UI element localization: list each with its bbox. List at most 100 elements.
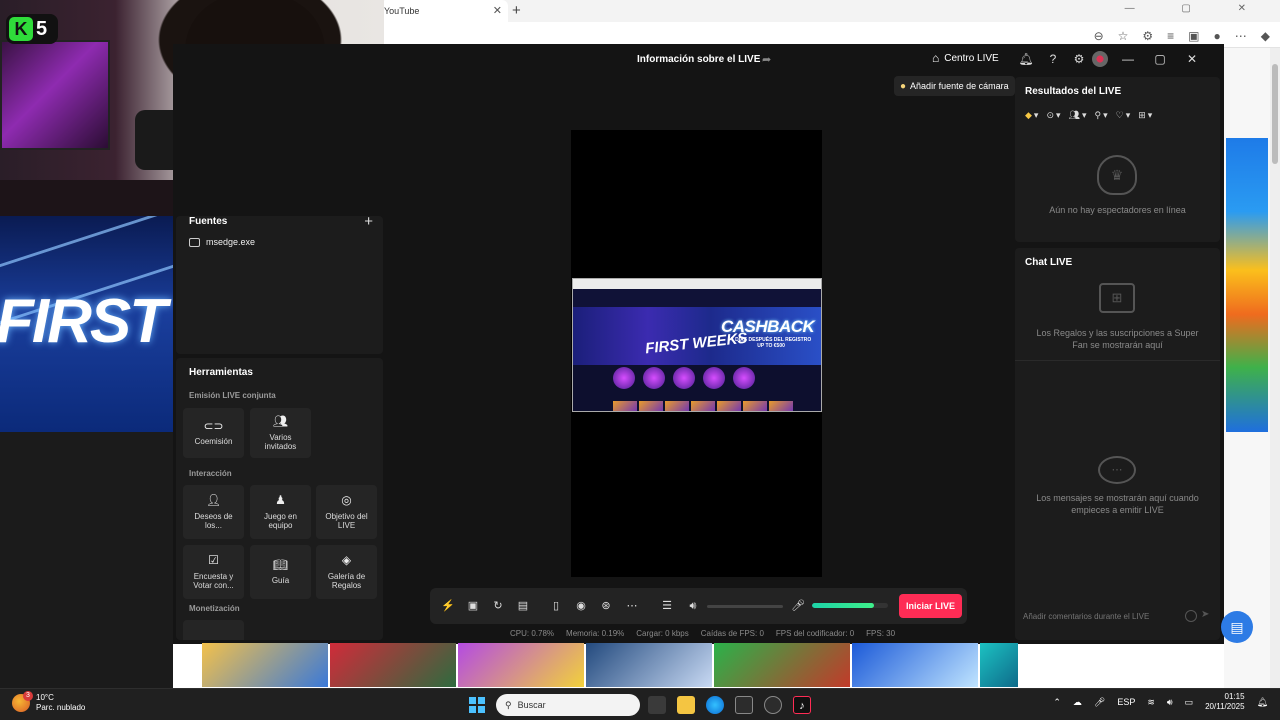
tiktok-live-studio-icon[interactable]: ♪ xyxy=(793,696,811,714)
likes-filter[interactable]: ♡ ▾ xyxy=(1116,110,1131,121)
tool-deseos[interactable]: 👤︎ Deseos de los... xyxy=(183,485,244,539)
taskbar-search[interactable]: ⚲ Buscar xyxy=(496,694,640,716)
tool-varios-invitados[interactable]: 👥︎ Varios invitados xyxy=(250,408,311,458)
tool-guia[interactable]: 📖︎ Guía xyxy=(250,545,311,599)
game-thumbnail[interactable] xyxy=(586,643,712,687)
settings-gear-icon[interactable]: ⚙ xyxy=(1071,51,1087,67)
live-info-title[interactable]: Información sobre el LIVE xyxy=(637,54,760,65)
onedrive-icon[interactable]: ☁ xyxy=(1073,697,1082,708)
clock[interactable]: 01:15 20/11/2025 xyxy=(1205,692,1244,713)
notifications-icon[interactable]: 🔔︎ xyxy=(1257,697,1268,708)
game-thumbnail[interactable] xyxy=(330,643,456,687)
game-thumbnail[interactable] xyxy=(202,643,328,687)
reader-icon[interactable]: ⊖ xyxy=(1094,29,1104,43)
minimize-icon[interactable]: — xyxy=(1120,51,1136,67)
more-icon[interactable]: ⋯ xyxy=(1235,29,1247,43)
tool-label: Varios invitados xyxy=(264,432,297,452)
source-item[interactable]: msedge.exe xyxy=(189,237,255,247)
microphone-tray-icon[interactable]: 🎤︎ xyxy=(1094,697,1105,708)
floating-chat-button[interactable]: ▤ xyxy=(1221,611,1253,643)
gift-box-icon: ⊞ xyxy=(1099,283,1135,313)
browser-scrollbar[interactable] xyxy=(1270,48,1280,688)
close-tab-icon[interactable]: ✕ xyxy=(493,4,502,17)
profile-icon[interactable]: ● xyxy=(1214,29,1221,43)
captured-window-source[interactable]: FIRST WEEKS CASHBACK 7 DÍAS DESPUÉS DEL … xyxy=(572,278,822,412)
scrollbar-thumb[interactable] xyxy=(1272,64,1278,164)
maximize-icon[interactable]: ▢ xyxy=(1152,51,1168,67)
coin-filter[interactable]: ⊙ ▾ xyxy=(1046,110,1060,121)
results-empty-text: Aún no hay espectadores en línea xyxy=(1049,205,1186,215)
live-camera-icon[interactable]: ⊛ xyxy=(598,598,614,614)
task-view-icon[interactable] xyxy=(648,696,666,714)
new-tab-button[interactable]: + xyxy=(512,2,521,19)
tool-monetization-tile[interactable] xyxy=(183,620,244,640)
followers-filter[interactable]: ⚲ ▾ xyxy=(1095,110,1108,121)
collections-icon[interactable]: ▣ xyxy=(1188,29,1199,43)
browser-tab-youtube[interactable]: YouTube ✕ xyxy=(380,0,508,22)
language-indicator[interactable]: ESP xyxy=(1117,697,1135,707)
wifi-icon[interactable]: ≋ xyxy=(1147,697,1155,708)
diamond-filter[interactable]: ◆ ▾ xyxy=(1025,110,1038,121)
record-icon[interactable]: ◉ xyxy=(573,598,589,614)
tools-section-co-live: Emisión LIVE conjunta xyxy=(189,391,276,400)
game-thumbnail[interactable] xyxy=(458,643,584,687)
audio-settings-icon[interactable]: ☰ xyxy=(659,598,675,614)
add-source-button[interactable]: + xyxy=(364,213,373,230)
tool-juego-equipo[interactable]: ♟ Juego en equipo xyxy=(250,485,311,539)
app-icon[interactable] xyxy=(764,696,782,714)
replay-icon[interactable]: ↻ xyxy=(490,598,506,614)
browser-window-controls[interactable]: — ▢ ✕ xyxy=(1125,3,1268,14)
tool-objetivo-live[interactable]: ◎ Objetivo del LIVE xyxy=(316,485,377,539)
microphone-icon[interactable]: 🎤︎ xyxy=(790,598,806,614)
tool-coemision[interactable]: ⊂⊃ Coemisión xyxy=(183,408,244,458)
game-thumbnails-strip xyxy=(202,643,1068,687)
help-icon[interactable]: ? xyxy=(1045,51,1061,67)
viewers-icon: 👥︎ xyxy=(1068,110,1080,120)
favorite-star-icon[interactable]: ☆ xyxy=(1118,29,1129,43)
more-options-icon[interactable]: ⋯ xyxy=(624,598,640,614)
phone-icon[interactable]: ▯ xyxy=(548,598,564,614)
weather-widget[interactable]: 3 10°C Parc. nublado xyxy=(12,691,85,713)
chevron-up-icon[interactable]: ⌃ xyxy=(1053,697,1061,708)
edge-icon[interactable] xyxy=(706,696,724,714)
close-icon[interactable]: ✕ xyxy=(1184,51,1200,67)
favorites-icon[interactable]: ≡ xyxy=(1167,29,1174,43)
live-results-panel: Resultados del LIVE ◆ ▾ ⊙ ▾ 👥︎ ▾ ⚲ ▾ ♡ ▾ ⊞ ▾ ♛… xyxy=(1015,77,1220,242)
centro-live-button[interactable]: ⌂ Centro LIVE xyxy=(932,51,999,65)
tool-encuesta[interactable]: ☑ Encuesta y Votar con... xyxy=(183,545,244,599)
share-icon[interactable]: ➦ xyxy=(762,53,771,66)
bell-icon[interactable]: 🔔︎ xyxy=(1018,51,1034,67)
screen-capture-icon[interactable]: ▣ xyxy=(465,598,481,614)
emoji-icon[interactable] xyxy=(1185,610,1197,622)
link-icon: ⊂⊃ xyxy=(203,419,224,433)
effects-wand-icon[interactable]: ⚡ xyxy=(440,598,456,614)
go-live-button[interactable]: Iniciar LIVE xyxy=(899,594,962,618)
extensions-icon[interactable]: ⚙ xyxy=(1142,29,1153,43)
target-icon: ◎ xyxy=(341,493,352,508)
tools-title: Herramientas xyxy=(189,367,253,378)
home-icon: ⌂ xyxy=(932,51,940,65)
game-thumbnail[interactable] xyxy=(714,643,850,687)
chat-input[interactable] xyxy=(1023,608,1188,626)
live-studio-window: Información sobre el LIVE ➦ ⌂ Centro LIV… xyxy=(173,44,1224,644)
game-thumbnail[interactable] xyxy=(980,643,1018,687)
game-thumbnail[interactable] xyxy=(852,643,978,687)
file-explorer-icon[interactable] xyxy=(677,696,695,714)
viewers-filter[interactable]: 👥︎ ▾ xyxy=(1069,110,1087,121)
tool-galeria-regalos[interactable]: ◈ Galería de Regalos xyxy=(316,545,377,599)
avatar[interactable] xyxy=(1092,51,1108,67)
layout-icon[interactable]: ▤ xyxy=(515,598,531,614)
start-button[interactable] xyxy=(469,697,485,713)
copilot-icon[interactable]: ◆ xyxy=(1261,29,1270,43)
mic-level-meter xyxy=(812,603,888,608)
speaker-icon[interactable]: 🔊︎ xyxy=(685,598,701,614)
add-camera-source-button[interactable]: ● Añadir fuente de cámara xyxy=(894,76,1015,96)
chat-divider xyxy=(1015,360,1220,361)
window-source-icon xyxy=(189,237,200,247)
send-icon[interactable]: ➤ xyxy=(1201,609,1209,620)
gifts-filter[interactable]: ⊞ ▾ xyxy=(1138,110,1152,121)
volume-icon[interactable]: 🔊︎ xyxy=(1167,697,1173,708)
volume-slider[interactable] xyxy=(707,605,783,608)
battery-icon[interactable]: ▭ xyxy=(1185,697,1194,708)
store-icon[interactable] xyxy=(735,696,753,714)
